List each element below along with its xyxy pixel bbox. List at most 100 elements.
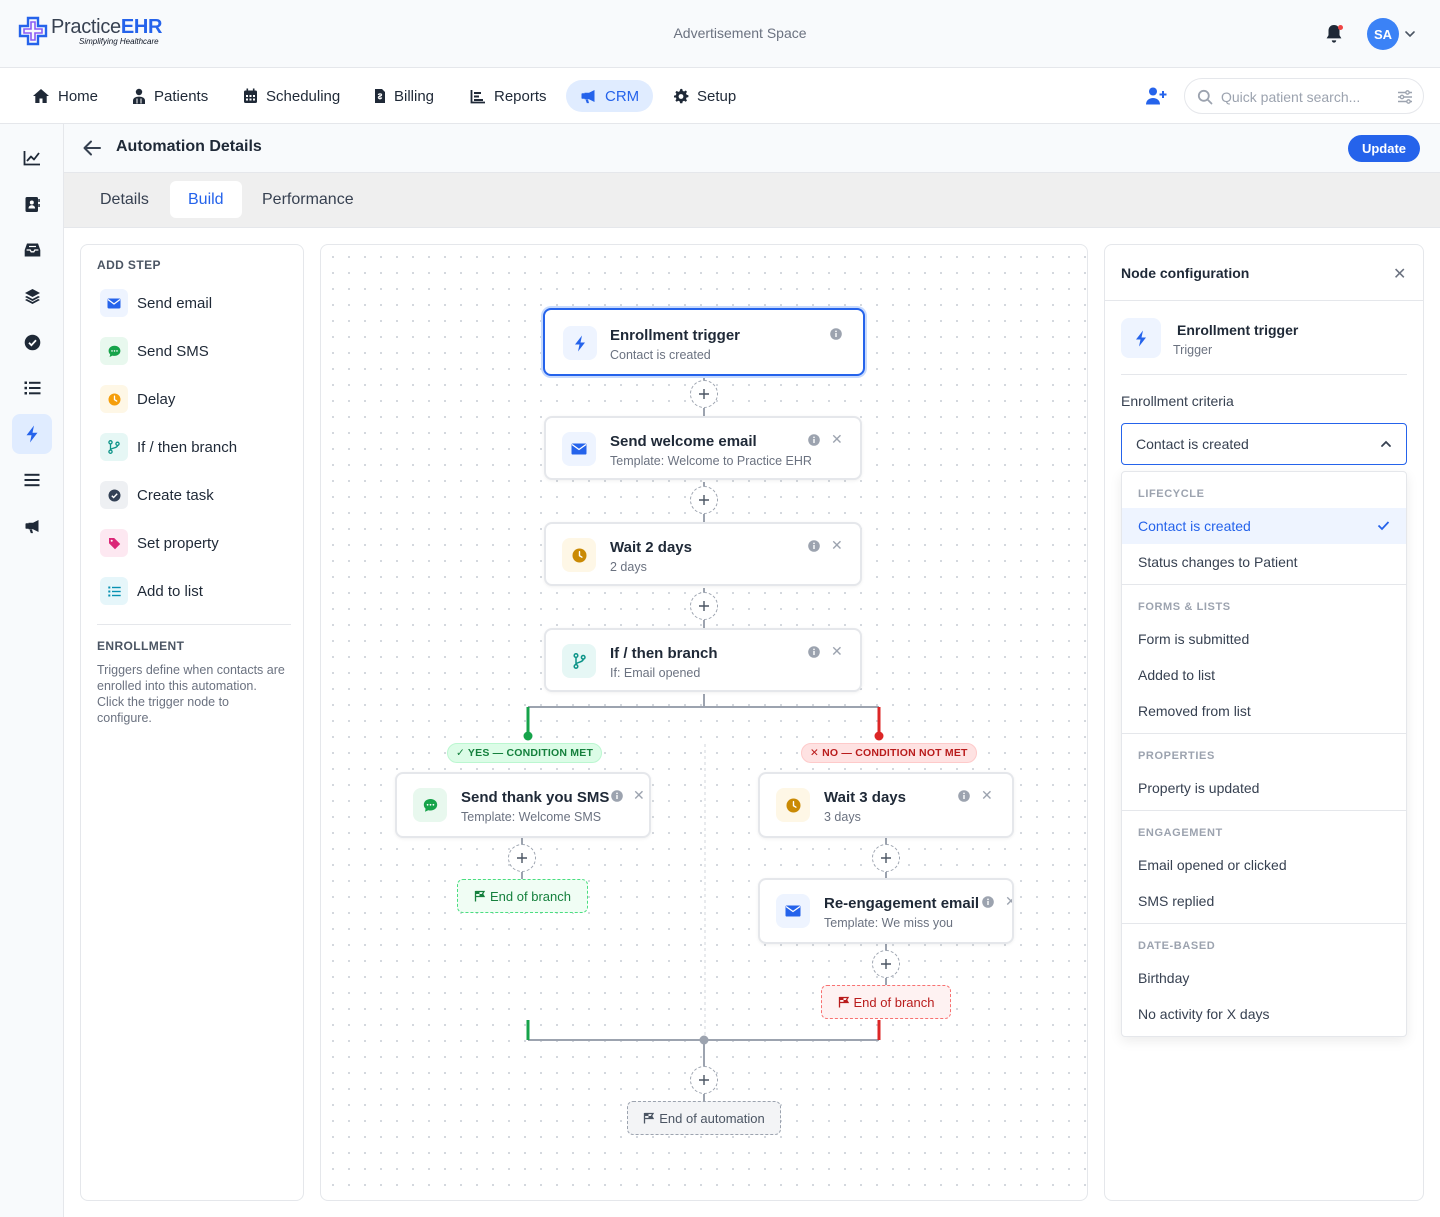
option-property-updated[interactable]: Property is updated <box>1122 770 1406 806</box>
plus-icon <box>699 1075 709 1085</box>
node-subtitle: Template: Welcome to Practice EHR <box>610 454 812 468</box>
node-title: If / then branch <box>610 645 718 662</box>
option-label: Removed from list <box>1138 703 1251 719</box>
node-subtitle: 3 days <box>824 810 861 824</box>
option-no-activity[interactable]: No activity for X days <box>1122 996 1406 1032</box>
option-label: Status changes to Patient <box>1138 554 1298 570</box>
flag-icon <box>474 890 486 902</box>
close-icon[interactable]: ✕ <box>1393 264 1406 284</box>
config-node-type: Trigger <box>1173 343 1213 357</box>
info-icon[interactable] <box>958 790 970 802</box>
envelope-icon <box>562 432 596 466</box>
option-label: No activity for X days <box>1138 1006 1270 1022</box>
plus-icon <box>517 853 527 863</box>
option-label: Added to list <box>1138 667 1216 683</box>
group-divider <box>1122 584 1406 585</box>
add-step-plus[interactable] <box>690 592 718 620</box>
enrollment-criteria-label: Enrollment criteria <box>1121 393 1234 409</box>
chevron-up-icon <box>1381 440 1391 447</box>
node-title: Enrollment trigger <box>610 327 741 344</box>
remove-node-icon[interactable]: ✕ <box>831 537 843 554</box>
config-divider <box>1121 374 1407 375</box>
node-subtitle: Template: Welcome SMS <box>461 810 602 824</box>
config-node-title: Enrollment trigger <box>1177 322 1299 338</box>
info-icon[interactable] <box>830 328 842 340</box>
node-wait-3-days[interactable]: Wait 3 days 3 days ✕ <box>758 772 1014 838</box>
option-label: SMS replied <box>1138 893 1215 909</box>
node-subtitle: 2 days <box>610 560 647 574</box>
clock-icon <box>562 538 596 572</box>
option-label: Property is updated <box>1138 780 1260 796</box>
node-title: Send thank you SMS <box>461 789 610 806</box>
remove-node-icon[interactable]: ✕ <box>981 787 993 804</box>
remove-node-icon[interactable]: ✕ <box>1005 893 1012 910</box>
group-divider <box>1122 733 1406 734</box>
option-removed-from-list[interactable]: Removed from list <box>1122 693 1406 729</box>
config-divider <box>1105 300 1423 301</box>
config-panel-title: Node configuration <box>1121 265 1250 281</box>
node-send-thank-you-sms[interactable]: Send thank you SMS Template: Welcome SMS… <box>395 772 651 838</box>
node-wait-2-days[interactable]: Wait 2 days 2 days ✕ <box>544 522 862 586</box>
add-step-plus[interactable] <box>690 380 718 408</box>
option-form-submitted[interactable]: Form is submitted <box>1122 621 1406 657</box>
end-of-automation: End of automation <box>627 1101 781 1135</box>
info-icon[interactable] <box>808 434 820 446</box>
add-step-plus[interactable] <box>690 1066 718 1094</box>
node-subtitle: Template: We miss you <box>824 916 953 930</box>
option-label: Email opened or clicked <box>1138 857 1287 873</box>
info-icon[interactable] <box>808 646 820 658</box>
node-re-engagement-email[interactable]: Re-engagement email Template: We miss yo… <box>758 878 1014 944</box>
flag-icon <box>838 996 849 1008</box>
lightning-bolt-icon <box>1121 318 1161 358</box>
node-send-welcome-email[interactable]: Send welcome email Template: Welcome to … <box>544 416 862 480</box>
chat-bubble-icon <box>413 788 447 822</box>
plus-icon <box>881 853 891 863</box>
group-date-based: DATE-BASED <box>1138 940 1216 952</box>
add-step-plus[interactable] <box>690 486 718 514</box>
node-enrollment-trigger[interactable]: Enrollment trigger Contact is created <box>543 308 865 376</box>
select-value: Contact is created <box>1136 436 1249 452</box>
no-branch-badge: ✕ NO — CONDITION NOT MET <box>801 743 977 763</box>
option-label: Birthday <box>1138 970 1190 986</box>
add-step-plus[interactable] <box>872 950 900 978</box>
group-divider <box>1122 810 1406 811</box>
option-email-opened[interactable]: Email opened or clicked <box>1122 847 1406 883</box>
plus-icon <box>699 495 709 505</box>
option-contact-created[interactable]: Contact is created <box>1122 508 1406 544</box>
plus-icon <box>699 389 709 399</box>
end-of-branch-no: End of branch <box>821 985 951 1019</box>
node-title: Send welcome email <box>610 433 757 450</box>
envelope-icon <box>776 894 810 928</box>
plus-icon <box>699 601 709 611</box>
node-title: Wait 2 days <box>610 539 692 556</box>
option-birthday[interactable]: Birthday <box>1122 960 1406 996</box>
group-divider <box>1122 923 1406 924</box>
clock-icon <box>776 788 810 822</box>
add-step-plus[interactable] <box>872 844 900 872</box>
group-properties: PROPERTIES <box>1138 750 1215 762</box>
option-added-to-list[interactable]: Added to list <box>1122 657 1406 693</box>
end-of-branch-yes: End of branch <box>457 879 588 913</box>
end-of-branch-label: End of branch <box>853 994 935 1010</box>
group-forms-lists: FORMS & LISTS <box>1138 601 1231 613</box>
option-sms-replied[interactable]: SMS replied <box>1122 883 1406 919</box>
yes-branch-badge: ✓ YES — CONDITION MET <box>447 743 603 763</box>
node-if-then-branch[interactable]: If / then branch If: Email opened ✕ <box>544 628 862 692</box>
branch-icon <box>562 644 596 678</box>
info-icon[interactable] <box>808 540 820 552</box>
option-status-changes[interactable]: Status changes to Patient <box>1122 544 1406 580</box>
remove-node-icon[interactable]: ✕ <box>831 643 843 660</box>
enrollment-criteria-select[interactable]: Contact is created <box>1121 423 1407 465</box>
plus-icon <box>881 959 891 969</box>
group-lifecycle: LIFECYCLE <box>1138 488 1205 500</box>
info-icon[interactable] <box>982 896 994 908</box>
remove-node-icon[interactable]: ✕ <box>633 787 645 804</box>
checkmark-icon <box>1377 521 1390 531</box>
add-step-plus[interactable] <box>508 844 536 872</box>
end-of-automation-label: End of automation <box>659 1110 765 1126</box>
remove-node-icon[interactable]: ✕ <box>831 431 843 448</box>
node-subtitle: Contact is created <box>610 348 711 362</box>
info-icon[interactable] <box>611 790 623 802</box>
option-label: Contact is created <box>1138 518 1251 534</box>
group-engagement: ENGAGEMENT <box>1138 827 1223 839</box>
